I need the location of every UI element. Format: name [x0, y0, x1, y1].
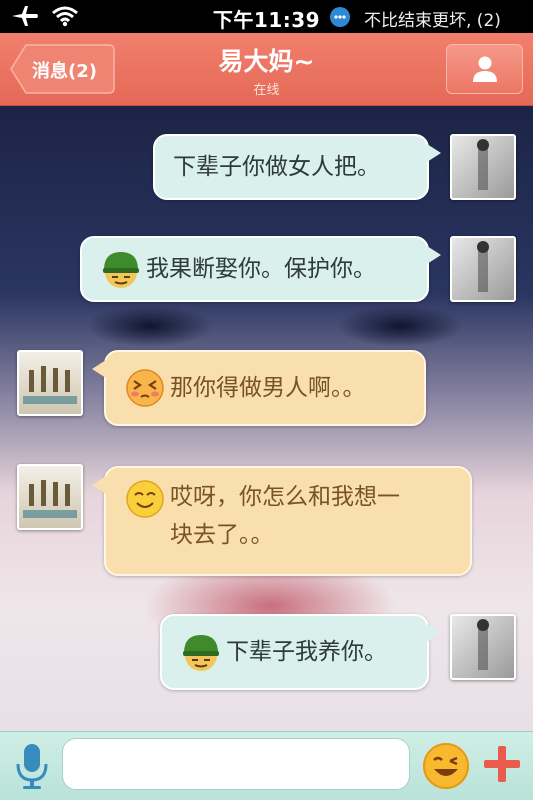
profile-button[interactable] [446, 44, 523, 94]
chat-area[interactable]: 下辈子你做女人把。 我果断娶你。保护你。 那你得做男人啊。。 哎呀，你怎么和我想… [0, 106, 533, 731]
contact-avatar[interactable] [17, 350, 83, 416]
message-bubble-outgoing[interactable]: 下辈子你做女人把。 [153, 134, 441, 200]
message-text: 下辈子你做女人把。 [173, 154, 380, 180]
status-bar: 下午11:39 不比结束更坏, (2) [0, 0, 533, 33]
soldier-face-emoji-icon [103, 252, 139, 288]
message-bubble-outgoing[interactable]: 我果断娶你。保护你。 [80, 236, 441, 302]
message-text: 那你得做男人啊。。 [170, 375, 366, 401]
my-avatar[interactable] [450, 134, 516, 200]
nav-bar: 消息(2) 易大妈~ 在线 [0, 33, 533, 106]
message-bubble-incoming[interactable]: 哎呀，你怎么和我想一 块去了。。 [92, 466, 472, 576]
contact-avatar[interactable] [17, 464, 83, 530]
input-bar [0, 731, 533, 800]
notification-text: 不比结束更坏, (2) [364, 11, 501, 31]
my-avatar[interactable] [450, 236, 516, 302]
emoji-icon[interactable] [421, 741, 471, 791]
smiling-face-emoji-icon [126, 480, 164, 518]
message-text: 下辈子我养你。 [226, 639, 387, 665]
message-text: 哎呀，你怎么和我想一 块去了。。 [170, 484, 400, 548]
message-text: 我果断娶你。保护你。 [146, 256, 376, 282]
message-input[interactable] [62, 738, 410, 790]
soldier-face-emoji-icon [183, 635, 219, 671]
plus-icon[interactable] [482, 742, 522, 786]
message-bubble-incoming[interactable]: 那你得做男人啊。。 [92, 350, 426, 426]
person-icon [473, 56, 497, 82]
notification-icon [330, 7, 350, 27]
microphone-icon[interactable] [14, 742, 50, 790]
blushing-face-emoji-icon [126, 369, 164, 407]
my-avatar[interactable] [450, 614, 516, 680]
message-bubble-outgoing[interactable]: 下辈子我养你。 [160, 614, 441, 690]
